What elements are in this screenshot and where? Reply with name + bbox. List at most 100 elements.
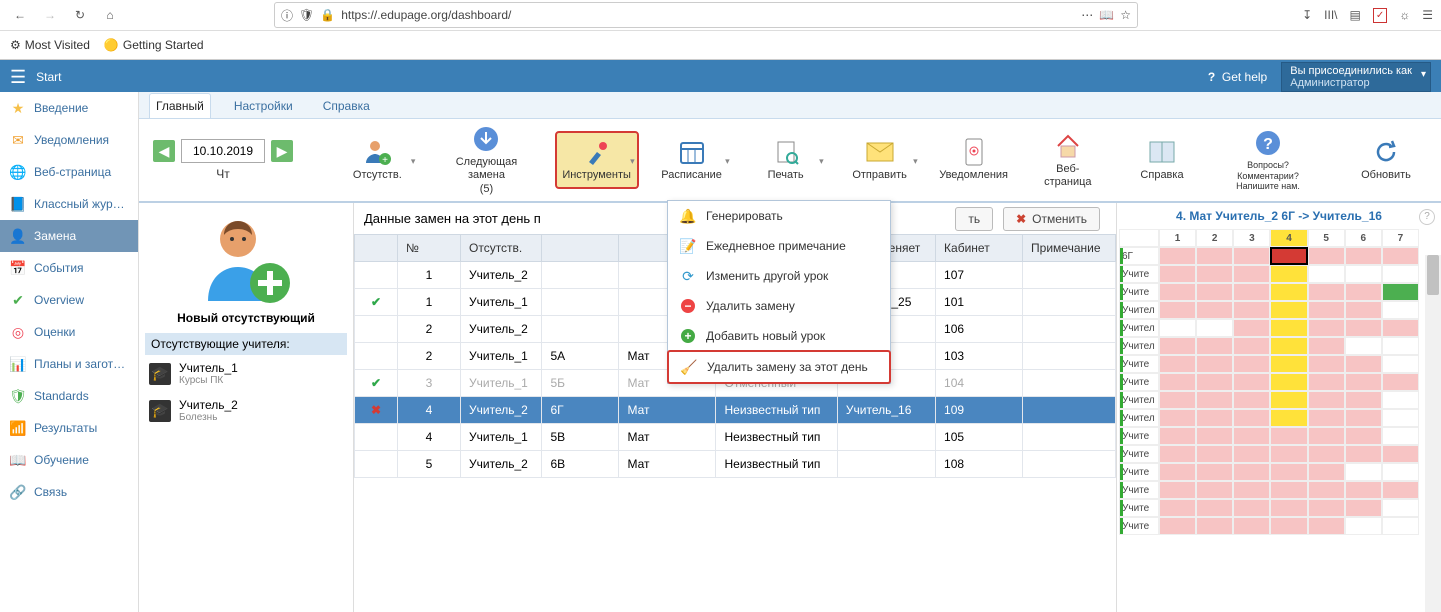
mini-cell[interactable] <box>1382 265 1419 283</box>
mini-cell[interactable] <box>1345 445 1382 463</box>
sidebar-item-Связь[interactable]: 🔗Связь <box>0 476 138 508</box>
mini-cell[interactable] <box>1196 301 1233 319</box>
table-header[interactable] <box>542 235 619 262</box>
mini-row-label[interactable]: Учите <box>1119 481 1159 499</box>
mini-cell[interactable] <box>1233 373 1270 391</box>
mini-cell[interactable] <box>1308 463 1345 481</box>
mini-cell[interactable] <box>1196 319 1233 337</box>
dropdown-item[interactable]: 🔔Генерировать <box>668 201 890 231</box>
address-bar[interactable]: ⓘ 🛡 🔒 https://.edupage.org/dashboard/ ⋯ … <box>274 2 1138 28</box>
right-scrollbar[interactable] <box>1425 255 1441 612</box>
sidebar-item-События[interactable]: 📅События <box>0 252 138 284</box>
mini-cell[interactable] <box>1345 409 1382 427</box>
mini-cell[interactable] <box>1270 391 1307 409</box>
mini-row-label[interactable]: Учител <box>1119 391 1159 409</box>
dropdown-item[interactable]: 📝Ежедневное примечание <box>668 231 890 261</box>
mini-row-label[interactable]: Учите <box>1119 499 1159 517</box>
mini-cell[interactable] <box>1270 373 1307 391</box>
mini-cell[interactable] <box>1308 481 1345 499</box>
sidebar-item-Standards[interactable]: 🛡Standards <box>0 380 138 412</box>
mini-cell[interactable] <box>1345 499 1382 517</box>
mini-cell[interactable] <box>1233 517 1270 535</box>
forward-button[interactable]: → <box>38 3 62 27</box>
mini-cell[interactable] <box>1233 427 1270 445</box>
help-button[interactable]: Справка <box>1121 132 1203 187</box>
sidebar-item-Overview[interactable]: ✔Overview <box>0 284 138 316</box>
date-input[interactable] <box>181 139 265 163</box>
help-icon[interactable]: ? <box>1419 209 1435 225</box>
mini-row-label[interactable]: Учите <box>1119 355 1159 373</box>
mini-row-label[interactable]: Учите <box>1119 445 1159 463</box>
mini-row-label[interactable]: 6Г <box>1119 247 1159 265</box>
mini-cell[interactable] <box>1159 391 1196 409</box>
mini-cell[interactable] <box>1270 265 1307 283</box>
mini-cell[interactable] <box>1382 499 1419 517</box>
mini-cell[interactable] <box>1308 373 1345 391</box>
mini-cell[interactable] <box>1159 283 1196 301</box>
mini-cell[interactable] <box>1196 337 1233 355</box>
mini-row-label[interactable]: Учител <box>1119 409 1159 427</box>
mini-cell[interactable] <box>1159 409 1196 427</box>
mini-cell[interactable] <box>1270 319 1307 337</box>
mini-cell[interactable] <box>1159 337 1196 355</box>
mini-cell[interactable] <box>1382 355 1419 373</box>
mini-cell[interactable] <box>1345 517 1382 535</box>
mini-cell[interactable] <box>1308 337 1345 355</box>
dropdown-item[interactable]: −Удалить замену <box>668 291 890 321</box>
mini-cell[interactable] <box>1196 391 1233 409</box>
mini-cell[interactable] <box>1159 481 1196 499</box>
absent-teacher-row[interactable]: 🎓Учитель_1Курсы ПК <box>145 355 347 392</box>
mini-cell[interactable] <box>1382 247 1419 265</box>
download-icon[interactable]: ↧ <box>1302 8 1312 22</box>
absent-teacher-row[interactable]: 🎓Учитель_2Болезнь <box>145 392 347 429</box>
mini-row-label[interactable]: Учите <box>1119 373 1159 391</box>
mini-cell[interactable] <box>1196 355 1233 373</box>
mini-cell[interactable] <box>1270 301 1307 319</box>
mini-cell[interactable] <box>1270 517 1307 535</box>
mini-cell[interactable] <box>1382 463 1419 481</box>
table-header[interactable]: Примечание <box>1023 235 1116 262</box>
webpage-button[interactable]: Веб-страница <box>1027 126 1109 194</box>
profile-icon[interactable]: ☼ <box>1399 8 1410 22</box>
sidebar-item-Классный жур…[interactable]: 📘Классный жур… <box>0 188 138 220</box>
mini-cell[interactable] <box>1345 319 1382 337</box>
mini-cell[interactable] <box>1233 265 1270 283</box>
table-header[interactable] <box>355 235 398 262</box>
date-prev-button[interactable]: ◀ <box>153 140 175 162</box>
mini-cell[interactable] <box>1270 337 1307 355</box>
new-absent-avatar[interactable] <box>198 211 294 307</box>
mini-cell[interactable] <box>1345 283 1382 301</box>
mini-cell[interactable] <box>1196 373 1233 391</box>
mini-cell[interactable] <box>1233 355 1270 373</box>
mini-cell[interactable] <box>1196 481 1233 499</box>
mini-cell[interactable] <box>1308 499 1345 517</box>
mini-cell[interactable] <box>1308 283 1345 301</box>
mini-cell[interactable] <box>1196 409 1233 427</box>
mini-cell[interactable] <box>1270 427 1307 445</box>
mini-cell[interactable] <box>1308 301 1345 319</box>
mini-cell[interactable] <box>1196 265 1233 283</box>
mini-cell[interactable] <box>1308 517 1345 535</box>
mini-row-label[interactable]: Учител <box>1119 319 1159 337</box>
mini-cell[interactable] <box>1308 247 1345 265</box>
sidebar-item-Результаты[interactable]: 📶Результаты <box>0 412 138 444</box>
mini-cell[interactable] <box>1270 283 1307 301</box>
mini-cell[interactable] <box>1159 265 1196 283</box>
mini-cell[interactable] <box>1345 265 1382 283</box>
tab-Настройки[interactable]: Настройки <box>227 93 300 118</box>
mini-row-label[interactable]: Учите <box>1119 283 1159 301</box>
mini-cell[interactable] <box>1308 355 1345 373</box>
mini-cell[interactable] <box>1196 247 1233 265</box>
mini-cell[interactable] <box>1233 301 1270 319</box>
mini-cell[interactable] <box>1270 247 1307 265</box>
mini-cell[interactable] <box>1270 445 1307 463</box>
mini-cell[interactable] <box>1233 481 1270 499</box>
date-next-button[interactable]: ▶ <box>271 140 293 162</box>
mini-cell[interactable] <box>1382 427 1419 445</box>
mini-cell[interactable] <box>1233 499 1270 517</box>
start-label[interactable]: Start <box>36 70 61 84</box>
mini-cell[interactable] <box>1382 445 1419 463</box>
sidebar-item-Оценки[interactable]: ◎Оценки <box>0 316 138 348</box>
table-header[interactable]: № <box>398 235 461 262</box>
mini-cell[interactable] <box>1382 481 1419 499</box>
